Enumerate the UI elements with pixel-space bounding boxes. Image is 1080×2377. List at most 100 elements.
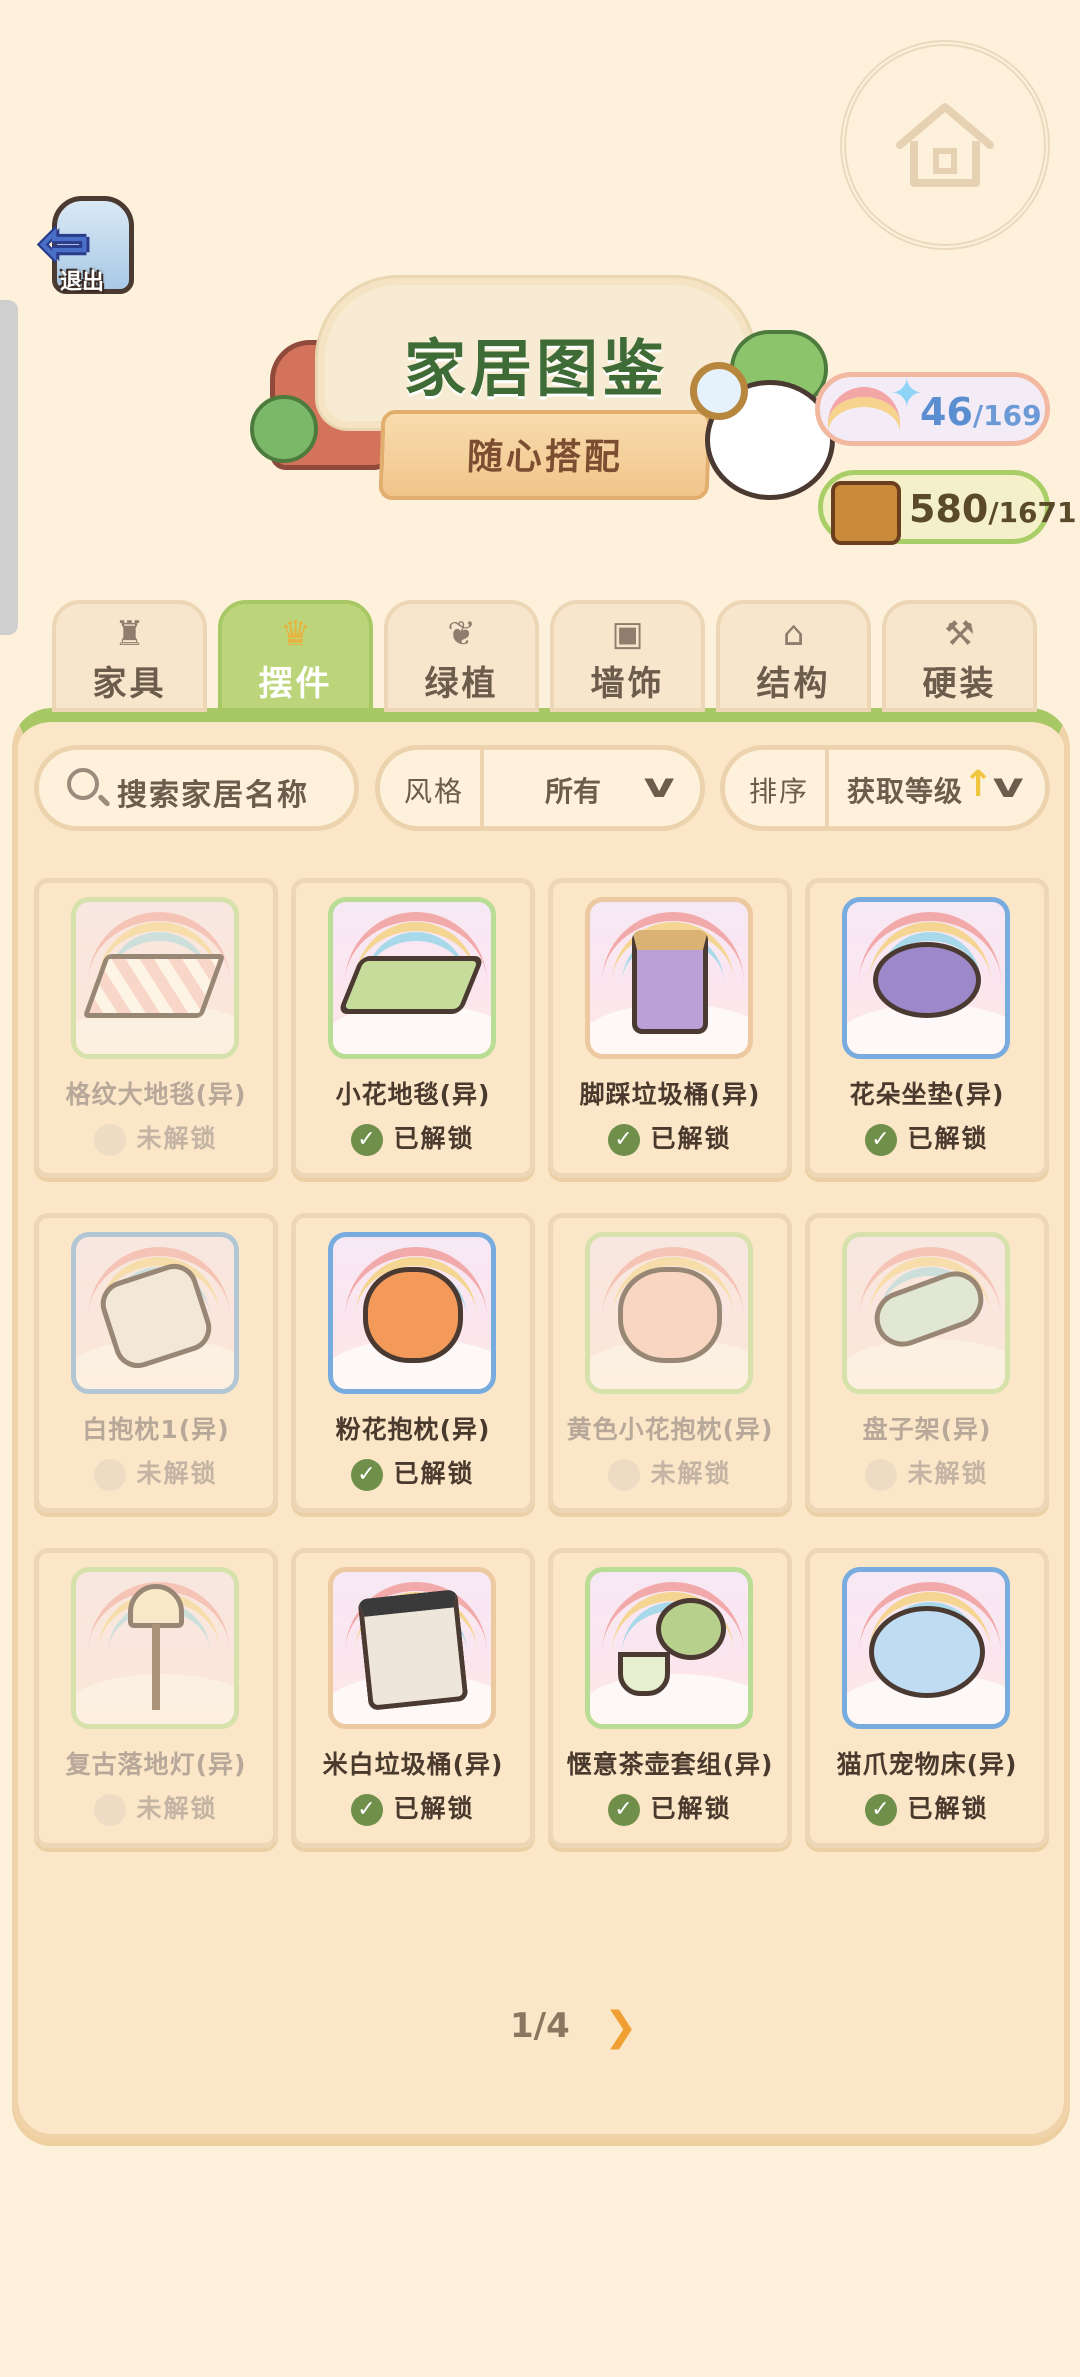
status-text: 已解锁 (650, 1124, 732, 1153)
score-counter: 580/1671 (818, 470, 1076, 545)
house-icon (896, 103, 994, 187)
item-card[interactable]: 黄色小花抱枕(异) ✓ 未解锁 (548, 1213, 792, 1513)
status-text: 已解锁 (393, 1459, 475, 1488)
status-text: 已解锁 (907, 1794, 989, 1823)
item-card[interactable]: 米白垃圾桶(异) ✓ 已解锁 (291, 1548, 535, 1848)
item-card[interactable]: 猫爪宠物床(异) ✓ 已解锁 (805, 1548, 1049, 1848)
paw-bed-icon (869, 1606, 985, 1698)
side-handle[interactable] (0, 300, 18, 635)
status-text: 未解锁 (136, 1459, 218, 1488)
item-name: 盘子架(异) (862, 1415, 992, 1444)
search-icon (67, 768, 99, 800)
star-icon: ✦ (890, 371, 924, 417)
collection-counter: ✦ 46/169 (815, 371, 1050, 446)
item-thumbnail (328, 897, 496, 1059)
check-icon: ✓ (351, 1459, 384, 1491)
tab-label: 硬装 (922, 664, 997, 704)
item-thumbnail (328, 1567, 496, 1729)
home-emblem (840, 40, 1050, 250)
score-total: /1671 (988, 496, 1077, 529)
item-status: ✓ 未解锁 (39, 1119, 273, 1156)
check-icon: ✓ (865, 1794, 898, 1826)
item-card[interactable]: 粉花抱枕(异) ✓ 已解锁 (291, 1213, 535, 1513)
item-name: 脚踩垃圾桶(异) (579, 1080, 761, 1109)
page-title: 家居图鉴 (403, 332, 668, 405)
item-status: ✓ 未解锁 (553, 1454, 787, 1491)
check-icon: ✓ (608, 1459, 641, 1491)
item-status: ✓ 未解锁 (39, 1454, 273, 1491)
lamp-icon: ♛ (280, 614, 311, 654)
filter-value: 所有 (545, 775, 602, 808)
item-card[interactable]: 格纹大地毯(异) ✓ 未解锁 (34, 878, 278, 1178)
hammer-icon: ⚒ (944, 614, 975, 654)
page-subtitle: 随心搭配 (466, 437, 624, 478)
tab-label: 结构 (756, 664, 831, 704)
category-tabs: ♜ 家具 ♛ 摆件 ❦ 绿植 ▣ 墙饰 ⌂ 结构 ⚒ 硬装 (52, 600, 1038, 715)
status-text: 未解锁 (136, 1794, 218, 1823)
check-icon: ✓ (94, 1794, 127, 1826)
page-indicator: 1/4 (510, 2006, 570, 2046)
plant-decoration (250, 395, 318, 463)
style-filter-dropdown[interactable]: 风格 所有 v (375, 745, 705, 831)
check-icon: ✓ (351, 1794, 384, 1826)
subtitle-ribbon: 随心搭配 (378, 410, 712, 500)
tab-wall-decor[interactable]: ▣ 墙饰 (550, 600, 705, 712)
check-icon: ✓ (865, 1459, 898, 1491)
item-status: ✓ 已解锁 (810, 1119, 1044, 1156)
sort-ascending-icon[interactable]: ↑ (963, 764, 993, 805)
status-text: 未解锁 (136, 1124, 218, 1153)
tab-label: 家具 (92, 664, 167, 704)
item-name: 粉花抱枕(异) (335, 1415, 491, 1444)
item-card[interactable]: 脚踩垃圾桶(异) ✓ 已解锁 (548, 878, 792, 1178)
item-name: 格纹大地毯(异) (65, 1080, 247, 1109)
item-status: ✓ 已解锁 (296, 1119, 530, 1156)
item-thumbnail (71, 897, 239, 1059)
item-status: ✓ 已解锁 (810, 1789, 1044, 1826)
item-status: ✓ 已解锁 (296, 1789, 530, 1826)
next-page-button[interactable]: ❯ (604, 2004, 638, 2050)
trash-can-icon (632, 930, 708, 1034)
tab-plants[interactable]: ❦ 绿植 (384, 600, 539, 712)
tab-hardware[interactable]: ⚒ 硬装 (882, 600, 1037, 712)
item-name: 黄色小花抱枕(异) (566, 1415, 774, 1444)
collection-current: 46 (920, 390, 973, 434)
item-card[interactable]: 复古落地灯(异) ✓ 未解锁 (34, 1548, 278, 1848)
item-name: 米白垃圾桶(异) (322, 1750, 504, 1779)
exit-button[interactable]: ⇦ 退出 (38, 192, 146, 307)
filter-divider (480, 750, 484, 826)
item-thumbnail (585, 1567, 753, 1729)
tab-structure[interactable]: ⌂ 结构 (716, 600, 871, 712)
teacup-icon (618, 1652, 670, 1696)
sort-dropdown[interactable]: 排序 获取等级 ↑ v (720, 745, 1050, 831)
status-text: 未解锁 (907, 1459, 989, 1488)
house-icon: ⌂ (782, 614, 805, 654)
item-thumbnail (842, 1232, 1010, 1394)
search-input[interactable]: 搜索家居名称 (34, 745, 359, 831)
item-name: 猫爪宠物床(异) (836, 1750, 1018, 1779)
item-name: 花朵坐垫(异) (849, 1080, 1005, 1109)
item-card[interactable]: 小花地毯(异) ✓ 已解锁 (291, 878, 535, 1178)
check-icon: ✓ (94, 1124, 127, 1156)
item-card[interactable]: 惬意茶壶套组(异) ✓ 已解锁 (548, 1548, 792, 1848)
flower-pillow-icon (363, 1267, 463, 1363)
tab-ornaments[interactable]: ♛ 摆件 (218, 600, 373, 712)
sort-divider (825, 750, 829, 826)
magnifier-decoration (690, 362, 748, 420)
picture-icon: ▣ (611, 614, 644, 654)
exit-label: 退出 (60, 270, 105, 295)
item-name: 白抱枕1(异) (82, 1415, 230, 1444)
item-thumbnail (585, 1232, 753, 1394)
chair-icon: ♜ (114, 614, 145, 654)
check-icon: ✓ (608, 1124, 641, 1156)
item-card[interactable]: 花朵坐垫(异) ✓ 已解锁 (805, 878, 1049, 1178)
check-icon: ✓ (865, 1124, 898, 1156)
item-card[interactable]: 白抱枕1(异) ✓ 未解锁 (34, 1213, 278, 1513)
check-icon: ✓ (608, 1794, 641, 1826)
tab-label: 摆件 (258, 664, 333, 704)
check-icon: ✓ (94, 1459, 127, 1491)
status-text: 已解锁 (393, 1124, 475, 1153)
item-card[interactable]: 盘子架(异) ✓ 未解锁 (805, 1213, 1049, 1513)
tab-furniture[interactable]: ♜ 家具 (52, 600, 207, 712)
item-status: ✓ 已解锁 (553, 1119, 787, 1156)
lamp-pole-icon (152, 1624, 160, 1710)
